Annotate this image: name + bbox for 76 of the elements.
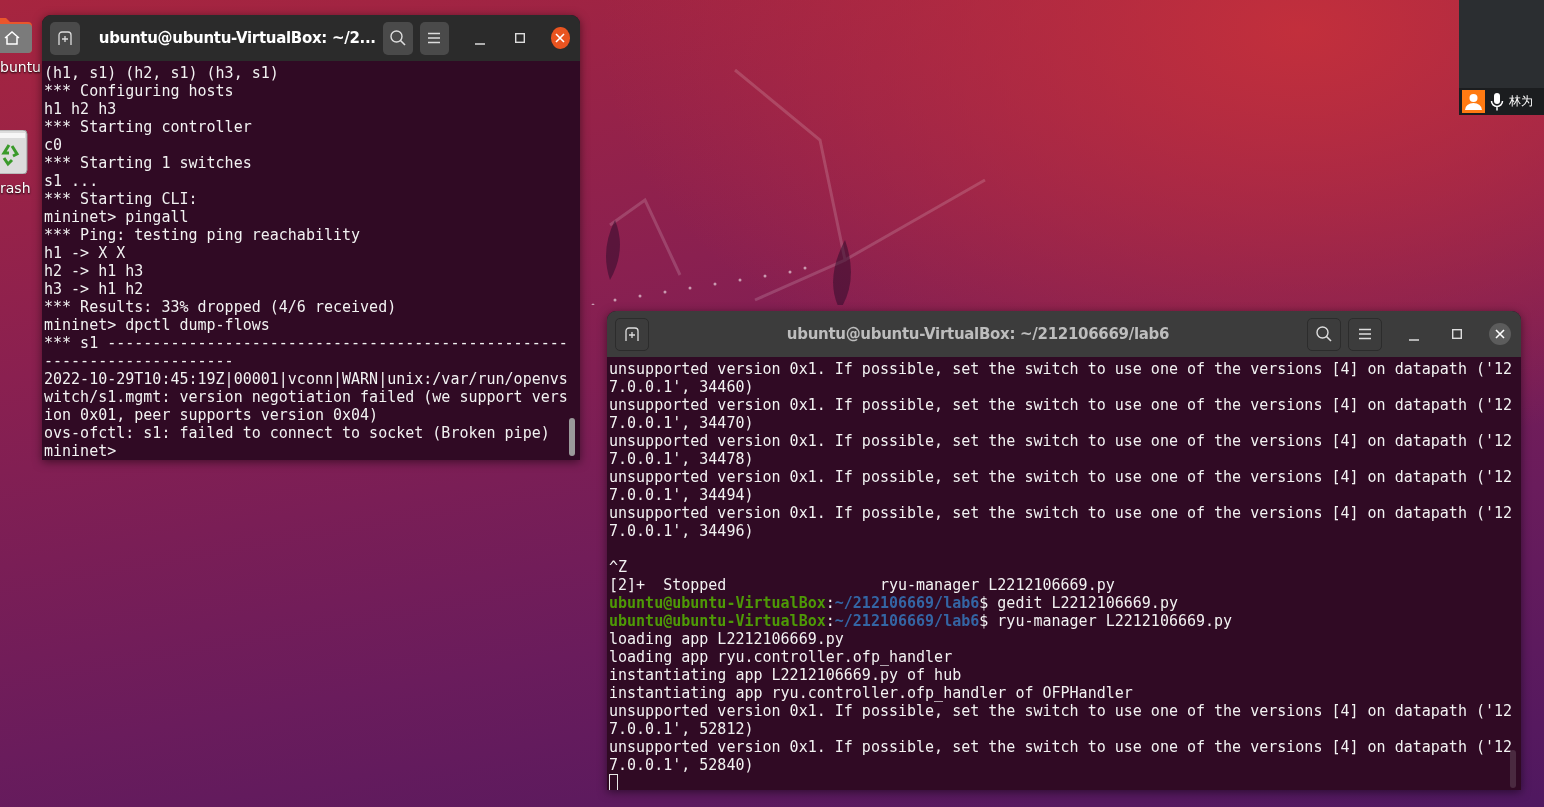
terminal-line: *** Results: 33% dropped (4/6 received)	[44, 298, 397, 316]
terminal-line: unsupported version 0x1. If possible, set the switch to use one of the versions [4] on datapath ('12	[609, 432, 1513, 450]
menu-icon	[1358, 328, 1372, 340]
terminal-line: *** s1 ---------------------------------------------------	[44, 334, 568, 352]
terminal-line: c0	[44, 136, 63, 154]
terminal-line: 7.0.0.1', 34460)	[609, 378, 754, 396]
terminal-line: h1 -> X X	[44, 244, 126, 262]
terminal-line: ubuntu@ubuntu-VirtualBox:~/212106669/lab6$ ryu-manager L2212106669.py	[609, 612, 1233, 630]
menu-icon	[427, 32, 442, 44]
home-folder-icon[interactable]	[0, 15, 32, 53]
menu-button[interactable]	[1348, 317, 1382, 351]
close-button[interactable]	[1489, 323, 1511, 345]
terminal-line: [2]+ Stopped ryu-manager L2212106669.py	[609, 576, 1115, 594]
participant-name: 林为	[1509, 93, 1533, 110]
terminal-line: ^Z	[609, 558, 628, 576]
search-icon	[1315, 325, 1333, 343]
terminal-line: mininet> dpctl dump-flows	[44, 316, 270, 334]
terminal-line: 7.0.0.1', 52840)	[609, 756, 754, 774]
terminal-line: 2022-10-29T10:45:19Z|00001|vconn|WARN|unix:/var/run/openvs	[44, 370, 568, 388]
terminal-line: *** Ping: testing ping reachability	[44, 226, 361, 244]
search-button[interactable]	[1307, 317, 1341, 351]
close-icon	[1495, 329, 1505, 339]
search-icon	[388, 29, 407, 47]
minimize-icon	[1409, 339, 1419, 341]
maximize-icon	[1452, 329, 1462, 339]
terminal-line: instantiating app ryu.controller.ofp_handler of OFPHandler	[609, 684, 1133, 702]
close-button[interactable]	[550, 27, 570, 49]
terminal-line: 7.0.0.1', 34470)	[609, 414, 754, 432]
terminal-line: mininet>	[44, 442, 117, 460]
maximize-icon	[515, 33, 526, 43]
terminal-line: 7.0.0.1', 34496)	[609, 522, 754, 540]
icon-label: buntu	[0, 59, 41, 75]
close-icon	[555, 33, 566, 43]
terminal-line: *** Starting controller	[44, 118, 252, 136]
window-title: ubuntu@ubuntu-VirtualBox: ~/2...	[97, 29, 376, 47]
terminal-line: h1 h2 h3	[44, 100, 117, 118]
terminal-line: loading app L2212106669.py	[609, 630, 844, 648]
terminal-line: (h1, s1) (h2, s1) (h3, s1)	[44, 64, 279, 82]
terminal-line: *** Starting 1 switches	[44, 154, 252, 172]
terminal-line: unsupported version 0x1. If possible, set the switch to use one of the versions [4] on datapath ('12	[609, 396, 1513, 414]
terminal-line: loading app ryu.controller.ofp_handler	[609, 648, 953, 666]
terminal-line: h2 -> h1 h3	[44, 262, 144, 280]
search-button[interactable]	[382, 21, 413, 55]
terminal-line: unsupported version 0x1. If possible, set the switch to use one of the versions [4] on datapath ('12	[609, 702, 1513, 720]
terminal-line: h3 -> h1 h2	[44, 280, 144, 298]
terminal-line: unsupported version 0x1. If possible, set the switch to use one of the versions [4] on datapath ('12	[609, 360, 1513, 378]
terminal-line: *** Configuring hosts	[44, 82, 234, 100]
terminal-line: s1 ...	[44, 172, 99, 190]
terminal-line: ion 0x01, peer supports version 0x04)	[44, 406, 379, 424]
new-tab-button[interactable]	[50, 21, 80, 55]
window-title: ubuntu@ubuntu-VirtualBox: ~/212106669/lab6	[785, 325, 1171, 343]
terminal-line: unsupported version 0x1. If possible, set the switch to use one of the versions [4] on datapath ('12	[609, 738, 1513, 756]
terminal-line: witch/s1.mgmt: version negotiation failed (we support vers	[44, 388, 568, 406]
avatar-icon	[1462, 90, 1485, 113]
terminal-line: mininet> pingall	[44, 208, 189, 226]
scrollbar-thumb[interactable]	[569, 418, 575, 456]
terminal-line: unsupported version 0x1. If possible, set the switch to use one of the versions [4] on datapath ('12	[609, 504, 1513, 522]
trash-icon[interactable]	[0, 130, 28, 174]
terminal-line: ---------------------	[44, 352, 234, 370]
terminal-line: 7.0.0.1', 34494)	[609, 486, 754, 504]
terminal-line: unsupported version 0x1. If possible, set the switch to use one of the versions [4] on datapath ('12	[609, 468, 1513, 486]
microphone-icon	[1490, 91, 1504, 112]
terminal-line: instantiating app L2212106669.py of hub	[609, 666, 962, 684]
new-tab-icon	[56, 30, 73, 46]
text-cursor	[609, 774, 618, 790]
terminal-line: 7.0.0.1', 52812)	[609, 720, 754, 738]
icon-label: rash	[0, 180, 31, 196]
terminal-line: ubuntu@ubuntu-VirtualBox:~/212106669/lab6$ gedit L2212106669.py	[609, 594, 1178, 612]
minimize-icon	[474, 43, 485, 45]
new-tab-icon	[624, 326, 640, 342]
terminal-line: ovs-ofctl: s1: failed to connect to socket (Broken pipe)	[44, 424, 550, 442]
new-tab-button[interactable]	[615, 317, 649, 351]
terminal-line: 7.0.0.1', 34478)	[609, 450, 754, 468]
scrollbar-thumb[interactable]	[1510, 750, 1516, 788]
menu-button[interactable]	[419, 21, 450, 55]
terminal-line: *** Starting CLI:	[44, 190, 198, 208]
